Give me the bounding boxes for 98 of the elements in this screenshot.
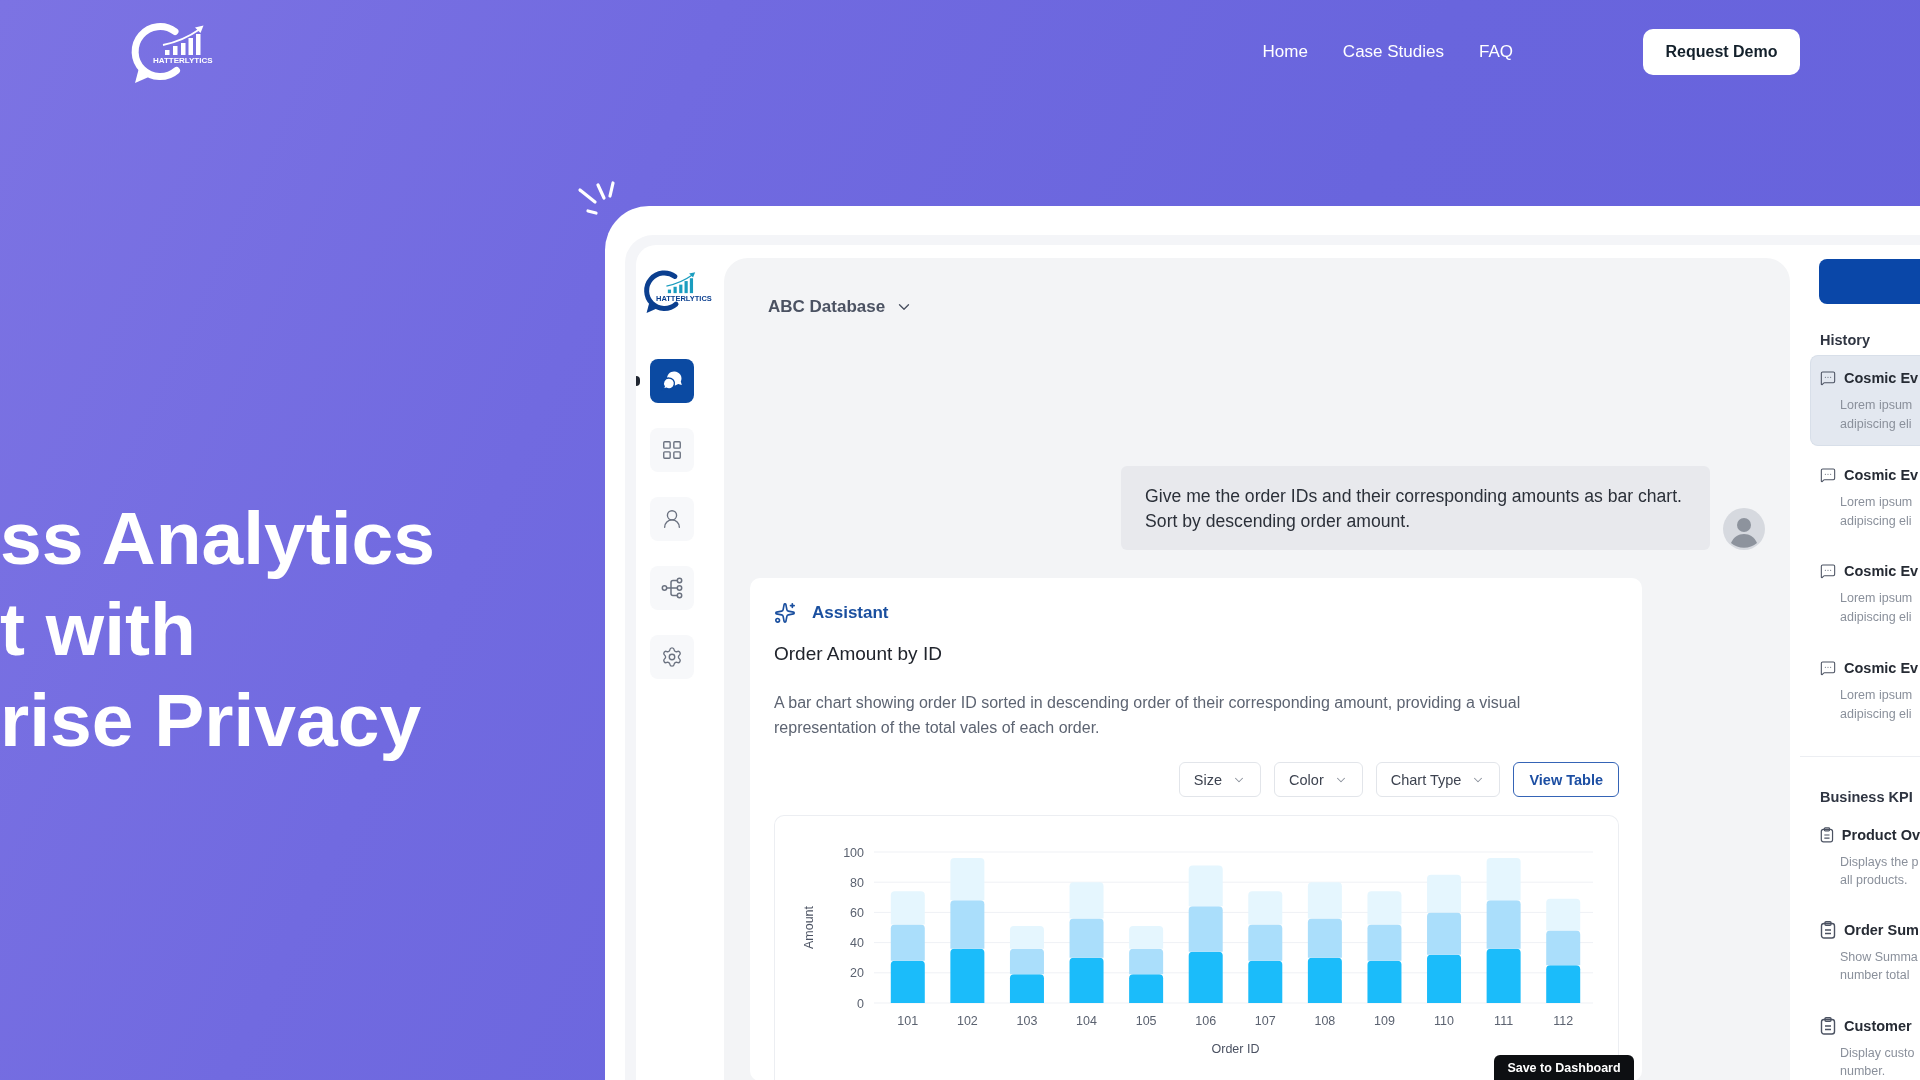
sidebar-nav-button[interactable] [650,428,694,472]
history-title: Cosmic Ev [1844,563,1919,579]
kpi-description: Display custo number. [1840,1044,1916,1080]
chat-bubble-icon [1820,563,1836,579]
axis-tick-label: 112 [1553,1014,1574,1028]
bar [1129,974,1164,1003]
bar [890,960,925,1003]
kpi-title[interactable]: Product Ov [1841,826,1920,843]
history-preview: Lorem ipsum adipiscing eli [1840,397,1914,433]
sidebar-nav-button[interactable] [650,497,694,541]
nav-link[interactable]: FAQ [1479,40,1513,63]
axis-tick-label: 110 [1434,1014,1454,1028]
card-title: Order Amount by ID [774,642,943,666]
history-preview: Lorem ipsum adipiscing eli [1840,590,1914,626]
bar [1248,924,1283,961]
bar [1427,912,1462,955]
sidebar-nav-button[interactable] [650,359,694,403]
bar [1546,930,1581,966]
grid-icon [661,439,683,461]
axis-tick-label: 106 [1195,1014,1217,1028]
kpi-description: Show Summa number total [1840,949,1919,984]
history-title: Cosmic Ev [1844,659,1919,676]
chat-bubble-icon [1820,466,1836,483]
person-icon [661,508,683,530]
axis-tick-label: 108 [1314,1014,1336,1028]
bar [1546,965,1581,1003]
axis-tick-label: 101 [897,1014,919,1028]
clipboard-icon [1820,921,1836,939]
bar [1129,948,1164,975]
axis-tick-label: 107 [1254,1014,1276,1028]
bar [1367,924,1402,961]
outline-button[interactable]: View Table [1513,762,1619,797]
bar [1188,951,1223,1003]
clipboard-icon [1820,1016,1836,1035]
dropdown-button[interactable]: Chart Type [1375,762,1501,797]
bar [1009,948,1044,975]
bar [890,924,925,961]
bar [1307,957,1342,1003]
axis-tick-label: 109 [1374,1014,1395,1028]
history-preview: Lorem ipsum adipiscing eli [1840,686,1914,723]
logo-text: HATTERLYTICS [153,55,213,65]
bar [1427,954,1462,1003]
database-dropdown[interactable]: ABC Database [768,297,914,317]
axis-tick-label: 60 [850,905,864,920]
dropdown-button[interactable]: Color [1274,762,1363,797]
axis-title: Order ID [1211,1042,1260,1056]
chat-bubble-icon [1820,370,1836,386]
bar [1009,974,1044,1003]
bar [1307,918,1342,958]
axis-tick-label: 102 [956,1014,978,1028]
bar [1367,960,1402,1003]
sparkles-icon [774,602,796,624]
bar [950,900,985,949]
request-demo-button[interactable]: Request Demo [1643,28,1800,75]
nav-link[interactable]: Home [1262,40,1308,63]
axis-title: Amount [802,905,816,950]
axis-tick-label: 40 [850,936,864,951]
history-title: Cosmic Ev [1844,370,1919,386]
chat-bubble-icon [1820,659,1836,676]
settings-icon [661,646,683,668]
message-bubble: Give me the order IDs and their corresponding amounts as bar chart. Sort by descending order amount. [1121,466,1710,550]
bar [1069,918,1104,958]
history-item[interactable]: Cosmic Ev Lorem ipsum adipiscing eli [1810,355,1920,446]
axis-tick-label: 20 [850,966,864,981]
axis-tick-label: 80 [850,875,864,890]
section-heading: History [1820,331,1871,349]
bar [1188,906,1223,952]
assistant-label: Assistant [812,603,889,623]
hero-headline: ss Analytics t with rise Privacy [0,495,435,764]
kpi-title[interactable]: Customer [1844,1017,1912,1034]
save-to-dashboard-button[interactable]: Save to Dashboard [1494,1055,1634,1080]
axis-tick-label: 111 [1494,1014,1514,1028]
sidebar-nav-button[interactable] [650,566,694,610]
sidebar-nav-button[interactable] [650,635,694,679]
avatar-icon [1723,508,1765,550]
chat-bubbles-icon [661,370,683,392]
bar [1069,957,1104,1003]
axis-tick-label: 104 [1076,1014,1097,1028]
history-title: Cosmic Ev [1844,466,1919,483]
card-description: A bar chart showing order ID sorted in descending order of their corresponding amount, providing a visual representation of the total vales of each order. [774,692,1522,738]
selection-marker-icon [636,376,640,386]
bar [1486,900,1521,949]
axis-tick-label: 100 [843,845,864,860]
clipboard-icon [1820,825,1834,844]
dropdown-button[interactable]: Size [1178,762,1262,797]
bar [1248,960,1283,1003]
axis-tick-label: 103 [1016,1014,1038,1028]
axis-tick-label: 105 [1135,1014,1157,1028]
branch-icon [661,577,683,599]
nav-link[interactable]: Case Studies [1342,40,1444,63]
kpi-description: Displays the p all products. [1840,853,1920,889]
history-preview: Lorem ipsum adipiscing eli [1840,493,1914,530]
bar [950,948,985,1003]
section-heading: Business KPI [1820,787,1914,806]
burst-lines-icon [576,180,618,218]
bar [1486,948,1521,1003]
kpi-title[interactable]: Order Sum [1844,922,1919,938]
axis-tick-label: 0 [857,996,864,1011]
